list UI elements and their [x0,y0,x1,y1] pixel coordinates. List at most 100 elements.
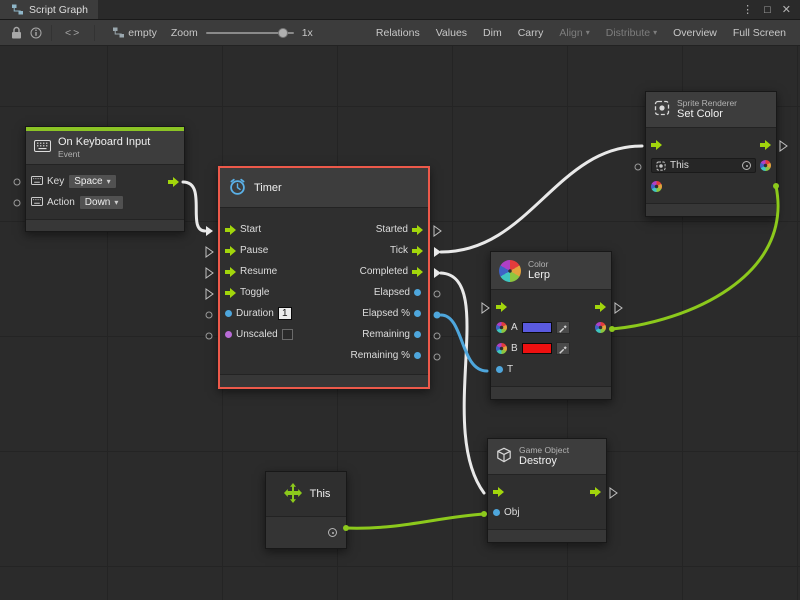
wire-completed-to-destroy[interactable] [441,273,484,493]
flow-out-port[interactable] [760,140,771,150]
node-set-color[interactable]: Sprite Renderer Set Color This [645,91,777,217]
node-header[interactable]: This [266,472,346,516]
flow-port-stub[interactable] [206,289,213,299]
flow-in-port[interactable] [225,267,236,277]
flow-in-port[interactable] [493,487,504,497]
color-in-port[interactable] [651,181,662,192]
window-menu-icon[interactable]: ⋮ [742,3,753,16]
eyedropper-icon[interactable] [556,342,570,355]
align-dropdown[interactable]: Align ▾ [551,20,597,45]
target-self-field[interactable]: This [651,158,756,173]
value-port-stub[interactable] [14,200,20,206]
color-swatch-b[interactable] [522,343,552,354]
node-timer[interactable]: Timer Start Started Pause Tick [218,166,430,389]
toolbar-separator [51,25,52,41]
flow-port-stub[interactable] [206,268,213,278]
flow-port-stub[interactable] [780,141,787,151]
close-icon[interactable]: ✕ [782,3,791,16]
value-port-stub[interactable] [206,333,212,339]
connected-flow-stub[interactable] [434,268,441,278]
value-out-port[interactable] [414,352,421,359]
flow-out-port[interactable] [412,225,423,235]
value-in-port[interactable] [225,310,232,317]
flow-out-port[interactable] [595,302,606,312]
wire-this-to-destroy-obj[interactable] [346,514,484,528]
tab-script-graph[interactable]: Script Graph [0,0,98,19]
keyboard-port-icon [31,197,43,209]
maximize-icon[interactable]: □ [764,4,771,16]
node-color-lerp[interactable]: Color Lerp A [490,251,612,400]
value-out-port[interactable] [414,289,421,296]
value-port-stub[interactable] [434,333,440,339]
value-out-port[interactable] [414,310,421,317]
port-label: Tick [390,245,408,256]
values-button[interactable]: Values [428,20,475,45]
value-port-stub[interactable] [14,179,20,185]
connected-value-stub[interactable] [434,312,441,319]
node-destroy[interactable]: Game Object Destroy Obj [487,438,607,543]
value-port-stub[interactable] [206,312,212,318]
value-port-stub[interactable] [434,354,440,360]
flow-port-stub[interactable] [434,226,441,236]
flow-port-stub[interactable] [206,247,213,257]
duration-field[interactable]: 1 [278,307,292,320]
node-subtitle: Sprite Renderer [677,98,737,108]
flow-in-port[interactable] [496,302,507,312]
node-on-keyboard-input[interactable]: On Keyboard Input Event Key Space ▾ [25,126,185,232]
flow-out-port[interactable] [412,246,423,256]
wire-elapsed-pct-to-lerp-t[interactable] [441,315,487,371]
color-swatch-a[interactable] [522,322,552,333]
full-screen-button[interactable]: Full Screen [725,20,794,45]
node-header[interactable]: Game Object Destroy [488,439,606,475]
value-in-port[interactable] [225,331,232,338]
overview-button[interactable]: Overview [665,20,725,45]
color-in-port[interactable] [496,322,507,333]
value-in-port[interactable] [496,366,503,373]
code-view-button[interactable]: <> [57,20,89,45]
flow-port-stub[interactable] [610,488,617,498]
graph-canvas[interactable]: On Keyboard Input Event Key Space ▾ [0,46,800,600]
flow-in-port[interactable] [225,246,236,256]
timer-row-4: Toggle Elapsed [220,282,428,303]
self-out-port[interactable] [328,528,337,537]
zoom-slider-handle[interactable] [278,28,288,38]
value-port-stub[interactable] [434,291,440,297]
eyedropper-icon[interactable] [556,321,570,334]
object-picker-icon[interactable] [742,161,751,170]
flow-in-port[interactable] [225,288,236,298]
carry-button[interactable]: Carry [510,20,552,45]
zoom-slider[interactable] [206,27,294,39]
lock-icon[interactable] [6,23,26,43]
wire-tick-to-setcolor[interactable] [441,146,642,252]
distribute-dropdown[interactable]: Distribute ▾ [598,20,665,45]
flow-out-port[interactable] [412,267,423,277]
info-icon[interactable] [26,23,46,43]
flow-in-port[interactable] [651,140,662,150]
connected-flow-stub[interactable] [206,226,213,236]
color-in-port[interactable] [760,160,771,171]
value-in-port[interactable] [493,509,500,516]
flow-out-port[interactable] [590,487,601,497]
unscaled-checkbox[interactable] [282,329,293,340]
value-out-port[interactable] [414,331,421,338]
dim-button[interactable]: Dim [475,20,510,45]
flow-out-port[interactable] [168,177,179,187]
color-in-port[interactable] [496,343,507,354]
relations-button[interactable]: Relations [368,20,428,45]
key-dropdown[interactable]: Space ▾ [68,174,116,189]
node-header[interactable]: Sprite Renderer Set Color [646,92,776,128]
node-header[interactable]: Timer [220,168,428,208]
port-label: Duration [236,308,274,319]
node-this[interactable]: This [265,471,347,549]
color-out-port[interactable] [595,322,606,333]
node-header[interactable]: On Keyboard Input Event [26,131,184,165]
flow-port-stub[interactable] [482,303,489,313]
flow-port-stub[interactable] [615,303,622,313]
action-dropdown[interactable]: Down ▾ [79,195,125,210]
node-header[interactable]: Color Lerp [491,252,611,290]
connected-flow-stub[interactable] [434,247,441,257]
flow-in-port[interactable] [225,225,236,235]
value-port-stub[interactable] [635,164,641,170]
wire-keyboard-to-timer-start[interactable] [183,182,205,231]
node-footer [220,374,428,387]
